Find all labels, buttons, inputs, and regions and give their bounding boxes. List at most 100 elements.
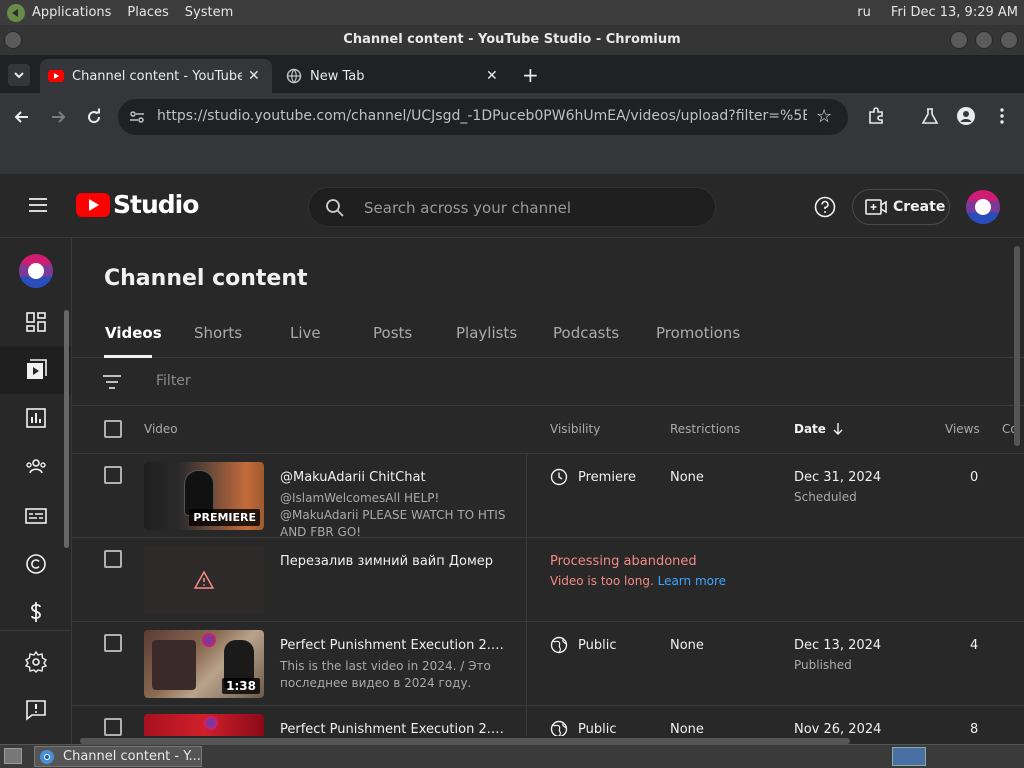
channel-avatar[interactable] — [19, 254, 53, 288]
select-all-checkbox[interactable] — [104, 420, 122, 438]
content-video-icon[interactable] — [24, 358, 48, 382]
tab-promotions[interactable]: Promotions — [656, 324, 740, 342]
channel-search[interactable]: Search across your channel — [308, 187, 716, 227]
maximize-button[interactable] — [975, 31, 993, 49]
close-window-button[interactable] — [1000, 31, 1018, 49]
tab-channel-content[interactable]: Channel content - YouTube St ✕ — [40, 59, 272, 93]
filter-lines-icon[interactable] — [102, 372, 122, 392]
studio-logo-text[interactable]: Studio — [113, 190, 199, 219]
keyboard-layout-indicator[interactable]: ru — [857, 5, 871, 20]
table-header: Video Visibility Restrictions Date Views… — [72, 406, 1024, 454]
visibility-cell[interactable]: Premiere — [550, 468, 636, 486]
earn-dollar-icon[interactable] — [24, 600, 48, 624]
search-input[interactable]: Search across your channel — [364, 199, 571, 217]
content-tabs: Videos Shorts Live Posts Playlists Podca… — [72, 310, 1024, 358]
create-video-plus-icon — [865, 198, 887, 216]
channel-content-main: Channel content Videos Shorts Live Posts… — [72, 238, 1024, 748]
clock[interactable]: Fri Dec 13, 9:29 AM — [891, 5, 1018, 20]
labs-flask-icon[interactable] — [920, 106, 940, 126]
close-tab-icon[interactable]: ✕ — [248, 68, 260, 84]
reload-icon[interactable] — [84, 107, 104, 127]
filter-input[interactable]: Filter — [156, 373, 191, 389]
chromium-icon — [39, 749, 55, 765]
feedback-icon[interactable] — [24, 698, 48, 722]
table-row[interactable]: Перезалив зимний вайп Домер Processing a… — [72, 538, 1024, 622]
tab-playlists[interactable]: Playlists — [456, 324, 517, 342]
sidebar-scrollbar[interactable] — [64, 310, 69, 548]
analytics-icon[interactable] — [24, 406, 48, 430]
youtube-logo-icon[interactable] — [76, 193, 110, 217]
back-arrow-icon[interactable] — [12, 107, 32, 127]
site-info-tune-icon[interactable] — [128, 108, 146, 126]
gnome-foot-icon[interactable] — [6, 3, 26, 23]
places-menu[interactable]: Places — [127, 5, 168, 20]
community-icon[interactable] — [24, 454, 48, 478]
address-bar[interactable]: https://studio.youtube.com/channel/UCJsg… — [118, 99, 848, 135]
system-top-panel: Applications Places System ru Fri Dec 13… — [0, 0, 1024, 25]
dashboard-icon[interactable] — [24, 310, 48, 334]
video-description: This is the last video in 2024. / Это по… — [280, 659, 491, 690]
workspace-switcher-icon[interactable] — [892, 747, 926, 766]
video-description: @IslamWelcomesAll HELP! @MakuAdarii PLEA… — [280, 491, 506, 539]
video-title[interactable]: Perfect Punishment Execution 2.1 / И... — [280, 638, 510, 653]
studio-sidebar — [0, 238, 72, 748]
extensions-puzzle-icon[interactable] — [866, 106, 886, 126]
main-vertical-scrollbar[interactable] — [1014, 246, 1020, 446]
copyright-icon[interactable] — [24, 552, 48, 576]
video-thumbnail-error[interactable] — [144, 546, 264, 614]
globe-icon — [286, 68, 302, 84]
close-tab-icon[interactable]: ✕ — [486, 68, 498, 84]
learn-more-link[interactable]: Learn more — [658, 574, 726, 588]
video-title[interactable]: Перезалив зимний вайп Домер — [280, 554, 510, 569]
visibility-text: Public — [578, 721, 617, 737]
settings-gear-icon[interactable] — [24, 650, 48, 674]
video-thumbnail[interactable]: 1:38 — [144, 630, 264, 698]
subtitles-icon[interactable] — [24, 504, 48, 528]
views-cell: 8 — [970, 722, 979, 737]
row-checkbox[interactable] — [104, 718, 122, 736]
tab-podcasts[interactable]: Podcasts — [553, 324, 619, 342]
tab-search-chevron-icon[interactable] — [8, 64, 30, 86]
tab-new-tab[interactable]: New Tab ✕ — [278, 59, 510, 93]
system-menu[interactable]: System — [185, 5, 233, 20]
create-button[interactable]: Create — [852, 189, 950, 225]
row-checkbox[interactable] — [104, 634, 122, 652]
tab-label: Channel content - YouTube St — [72, 68, 242, 84]
tab-videos[interactable]: Videos — [105, 324, 162, 342]
window-titlebar: Channel content - YouTube Studio - Chrom… — [0, 25, 1024, 55]
date-cell: Dec 31, 2024 — [794, 470, 882, 485]
profile-person-icon[interactable] — [956, 106, 976, 126]
column-date[interactable]: Date — [794, 422, 844, 436]
minimize-button[interactable] — [950, 31, 968, 49]
bookmark-star-icon[interactable]: ☆ — [816, 106, 832, 127]
column-video: Video — [144, 422, 178, 436]
tab-live[interactable]: Live — [290, 324, 321, 342]
video-title[interactable]: Perfect Punishment Execution 2.0 / И... — [280, 722, 510, 737]
row-checkbox[interactable] — [104, 466, 122, 484]
new-tab-plus-icon[interactable]: + — [522, 63, 539, 87]
taskbar-window-button[interactable]: Channel content - Y... — [34, 746, 202, 767]
browser-tab-strip: Channel content - YouTube St ✕ New Tab ✕… — [0, 55, 1024, 93]
table-row[interactable]: PREMIERE @MakuAdarii ChitChat @IslamWelc… — [72, 454, 1024, 539]
account-avatar[interactable] — [966, 190, 1000, 224]
hamburger-menu-icon[interactable] — [28, 196, 48, 214]
show-desktop-icon[interactable] — [4, 748, 22, 764]
table-row[interactable]: 1:38 Perfect Punishment Execution 2.1 / … — [72, 622, 1024, 706]
video-title[interactable]: @MakuAdarii ChitChat — [280, 470, 510, 485]
forward-arrow-icon[interactable] — [48, 107, 68, 127]
visibility-cell[interactable]: Public — [550, 636, 616, 654]
kebab-menu-icon[interactable] — [992, 106, 1012, 126]
url-text[interactable]: https://studio.youtube.com/channel/UCJsg… — [157, 108, 807, 124]
tab-posts[interactable]: Posts — [373, 324, 412, 342]
help-icon[interactable] — [814, 196, 836, 218]
create-label: Create — [893, 199, 946, 215]
window-menu-button[interactable] — [4, 31, 22, 49]
applications-menu[interactable]: Applications — [32, 5, 111, 20]
restrictions-cell: None — [670, 638, 704, 653]
video-thumbnail[interactable]: PREMIERE — [144, 462, 264, 530]
tab-shorts[interactable]: Shorts — [194, 324, 242, 342]
row-checkbox[interactable] — [104, 550, 122, 568]
globe-public-icon — [550, 636, 568, 654]
date-cell: Nov 26, 2024 — [794, 722, 882, 737]
tab-label: New Tab — [310, 68, 365, 84]
